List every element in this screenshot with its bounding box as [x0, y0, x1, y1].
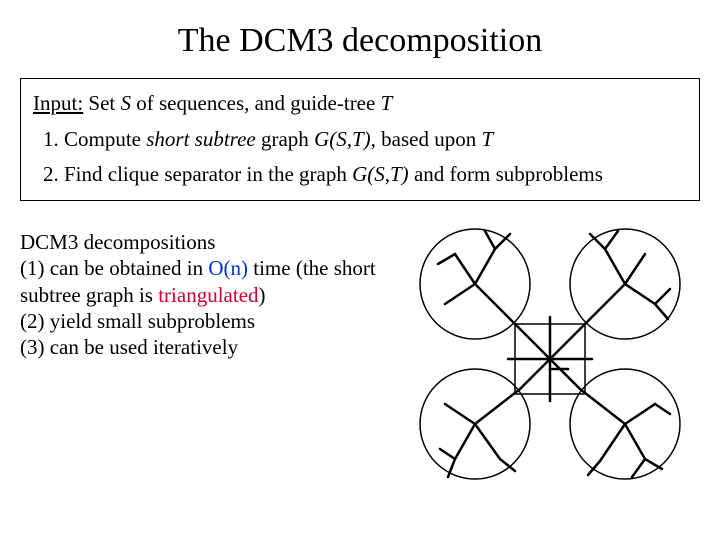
text: Find clique separator in the graph: [59, 162, 352, 186]
desc-line: DCM3 decompositions: [20, 229, 400, 255]
slide: The DCM3 decomposition Input: Set S of s…: [0, 0, 720, 540]
text: (1) can be obtained in: [20, 256, 208, 280]
lower-section: DCM3 decompositions (1) can be obtained …: [20, 229, 700, 360]
text: ): [259, 283, 266, 307]
text: and form subproblems: [409, 162, 603, 186]
desc-line: (2) yield small subproblems: [20, 308, 400, 334]
algorithm-step-2: 2. Find clique separator in the graph G(…: [33, 160, 687, 188]
text: of sequences, and guide-tree: [131, 91, 381, 115]
text: , based upon: [371, 127, 482, 151]
text: Compute: [59, 127, 147, 151]
text-italic: short subtree: [146, 127, 255, 151]
text: Set: [83, 91, 120, 115]
var-G: G(S,T): [314, 127, 371, 151]
step-number: 1.: [43, 127, 59, 151]
step-number: 2.: [43, 162, 59, 186]
algorithm-box: Input: Set S of sequences, and guide-tre…: [20, 78, 700, 201]
text: graph: [256, 127, 314, 151]
algorithm-step-1: 1. Compute short subtree graph G(S,T), b…: [33, 125, 687, 153]
var-T: T: [481, 127, 493, 151]
complexity-On: O(n): [208, 256, 248, 280]
description-text: DCM3 decompositions (1) can be obtained …: [20, 229, 400, 360]
decomposition-figure: [400, 229, 700, 360]
desc-line: (3) can be used iteratively: [20, 334, 400, 360]
desc-line: (1) can be obtained in O(n) time (the sh…: [20, 255, 400, 308]
slide-title: The DCM3 decomposition: [0, 0, 720, 70]
input-label: Input:: [33, 91, 83, 115]
tree-decomposition-icon: [400, 209, 700, 499]
var-T: T: [381, 91, 393, 115]
term-triangulated: triangulated: [158, 283, 258, 307]
var-G: G(S,T): [352, 162, 409, 186]
var-S: S: [121, 91, 132, 115]
algorithm-input: Input: Set S of sequences, and guide-tre…: [33, 89, 687, 117]
